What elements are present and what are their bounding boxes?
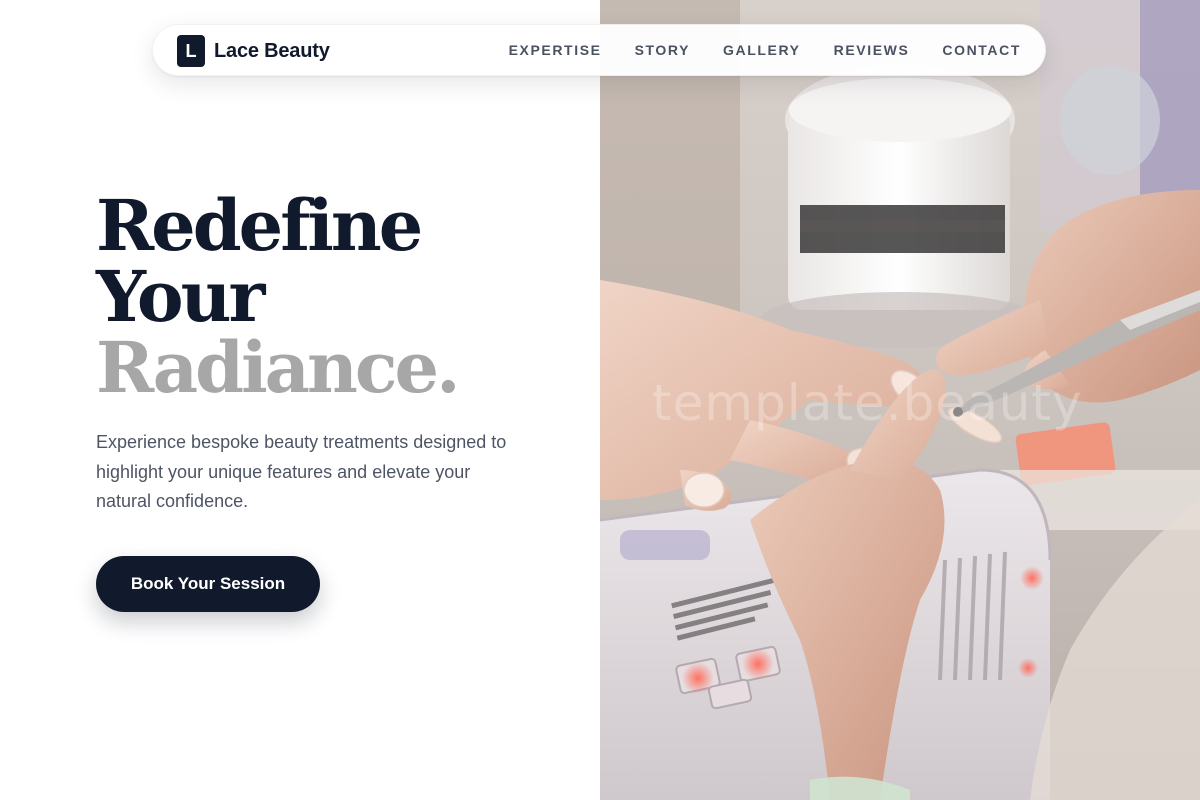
hero-photo: template.beauty	[600, 0, 1200, 800]
hero-title-line-3: Radiance.	[96, 326, 460, 409]
brand-logo-icon: L	[177, 35, 205, 67]
nav-link-contact[interactable]: CONTACT	[942, 42, 1021, 58]
brand-name: Lace Beauty	[214, 39, 330, 62]
nav-links: EXPERTISE STORY GALLERY REVIEWS CONTACT	[509, 25, 1021, 75]
hero-subtitle: Experience bespoke beauty treatments des…	[96, 432, 507, 511]
watermark-text: template.beauty	[652, 374, 1083, 432]
nav-link-reviews[interactable]: REVIEWS	[834, 42, 910, 58]
nav-link-expertise[interactable]: EXPERTISE	[509, 42, 602, 58]
top-navigation: L Lace Beauty EXPERTISE STORY GALLERY RE…	[152, 24, 1046, 76]
hero-title: Redefine Your Radiance.	[96, 184, 460, 409]
page: template.beauty L Lace Beauty EXPERTISE …	[0, 0, 1200, 800]
nav-link-gallery[interactable]: GALLERY	[723, 42, 801, 58]
nav-link-story[interactable]: STORY	[635, 42, 690, 58]
hero-title-line-1: Redefine	[96, 184, 423, 267]
brand-logo-link[interactable]: L Lace Beauty	[177, 35, 330, 67]
book-session-button[interactable]: Book Your Session	[96, 556, 320, 612]
hero-title-line-2: Your	[96, 255, 265, 338]
